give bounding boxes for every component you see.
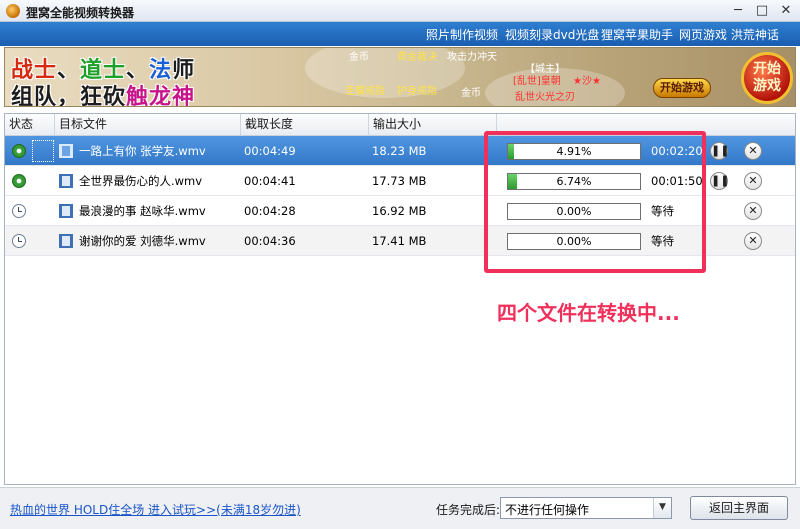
maximize-button[interactable]: □	[752, 3, 772, 19]
after-task-value: 不进行任何操作	[505, 503, 590, 517]
game-caption: 圣魔戒指	[345, 86, 385, 97]
video-file-icon	[59, 174, 73, 188]
link-apple-assistant[interactable]: 狸窝苹果助手	[601, 26, 673, 43]
window-title: 狸窝全能视频转换器	[26, 6, 135, 20]
game-caption: 护身戒指	[397, 86, 437, 97]
file-name: 谢谢你的爱 刘德华.wmv	[79, 234, 206, 248]
output-size: 16.92 MB	[372, 204, 427, 218]
file-name: 一路上有你 张学友.wmv	[79, 144, 206, 158]
annotation-highlight-box	[484, 131, 706, 273]
banner-decoration	[305, 48, 465, 98]
running-status-icon	[12, 174, 26, 188]
title-bar: 狸窝全能视频转换器 ─ □ ✕	[0, 0, 800, 22]
clip-length: 00:04:28	[244, 204, 296, 218]
pause-button[interactable]: ❚❚	[710, 142, 729, 160]
waiting-clock-icon	[12, 204, 26, 218]
badge-line: 游戏	[753, 78, 781, 94]
file-name: 全世界最伤心的人.wmv	[79, 174, 203, 188]
running-status-icon	[12, 144, 26, 158]
after-task-label: 任务完成后:	[436, 503, 501, 517]
remove-button[interactable]: ✕	[744, 202, 762, 220]
after-task-select[interactable]: 不进行任何操作 ▼	[500, 497, 672, 519]
file-name: 最浪漫的事 赵咏华.wmv	[79, 204, 206, 218]
top-link-bar: 照片制作视频 视频刻录dvd光盘 狸窝苹果助手 网页游戏 洪荒神话	[0, 22, 800, 46]
output-size: 17.73 MB	[372, 174, 427, 188]
remove-button[interactable]: ✕	[744, 142, 762, 160]
video-file-icon	[59, 234, 73, 248]
close-button[interactable]: ✕	[776, 3, 796, 19]
game-caption: 攻击力冲天	[447, 52, 497, 63]
game-caption: 黄金裁决	[397, 52, 437, 63]
pause-button[interactable]: ❚❚	[710, 172, 729, 190]
game-caption: 金币	[349, 52, 369, 63]
column-target-file[interactable]: 目标文件	[55, 114, 241, 135]
remove-button[interactable]: ✕	[744, 232, 762, 250]
clip-length: 00:04:41	[244, 174, 296, 188]
remove-button[interactable]: ✕	[744, 172, 762, 190]
start-game-button[interactable]: 开始游戏	[653, 78, 711, 98]
game-caption: [乱世]皇朝	[513, 76, 561, 87]
column-status[interactable]: 状态	[5, 114, 55, 135]
game-caption: ★沙★	[573, 76, 601, 87]
column-output-size[interactable]: 输出大小	[369, 114, 497, 135]
annotation-text: 四个文件在转换中...	[497, 301, 680, 325]
clip-length: 00:04:36	[244, 234, 296, 248]
waiting-clock-icon	[12, 234, 26, 248]
link-web-game[interactable]: 网页游戏 洪荒神话	[679, 26, 779, 43]
output-size: 17.41 MB	[372, 234, 427, 248]
link-burn-dvd[interactable]: 视频刻录dvd光盘	[505, 26, 599, 43]
video-file-icon	[59, 204, 73, 218]
minimize-button[interactable]: ─	[728, 3, 748, 19]
link-photo-to-video[interactable]: 照片制作视频	[426, 26, 498, 43]
game-caption: 乱世火光之刃	[515, 92, 575, 103]
banner-slogan-line2: 组队，狂砍触龙神	[11, 79, 196, 107]
start-game-badge[interactable]: 开始 游戏	[741, 52, 793, 104]
slogan-highlight: 触龙神	[126, 85, 196, 107]
back-to-home-button[interactable]: 返回主界面	[690, 496, 788, 520]
app-logo-icon	[6, 4, 20, 18]
chevron-down-icon[interactable]: ▼	[653, 498, 671, 518]
game-caption: 金币	[461, 88, 481, 99]
game-ad-link[interactable]: 热血的世界 HOLD住全场 进入试玩>>(未满18岁勿进)	[10, 501, 301, 518]
clip-length: 00:04:49	[244, 144, 296, 158]
footer-bar: 热血的世界 HOLD住全场 进入试玩>>(未满18岁勿进) 任务完成后: 不进行…	[0, 487, 800, 529]
badge-line: 开始	[753, 61, 781, 77]
focus-box	[32, 140, 54, 162]
output-size: 18.23 MB	[372, 144, 427, 158]
slogan-part: 组队，狂砍	[11, 85, 127, 107]
video-file-icon	[59, 144, 73, 158]
ad-banner[interactable]: 战士、道士、法师 组队，狂砍触龙神 金币 黄金裁决 攻击力冲天 【城主】 圣魔戒…	[4, 47, 796, 107]
column-length[interactable]: 截取长度	[241, 114, 369, 135]
